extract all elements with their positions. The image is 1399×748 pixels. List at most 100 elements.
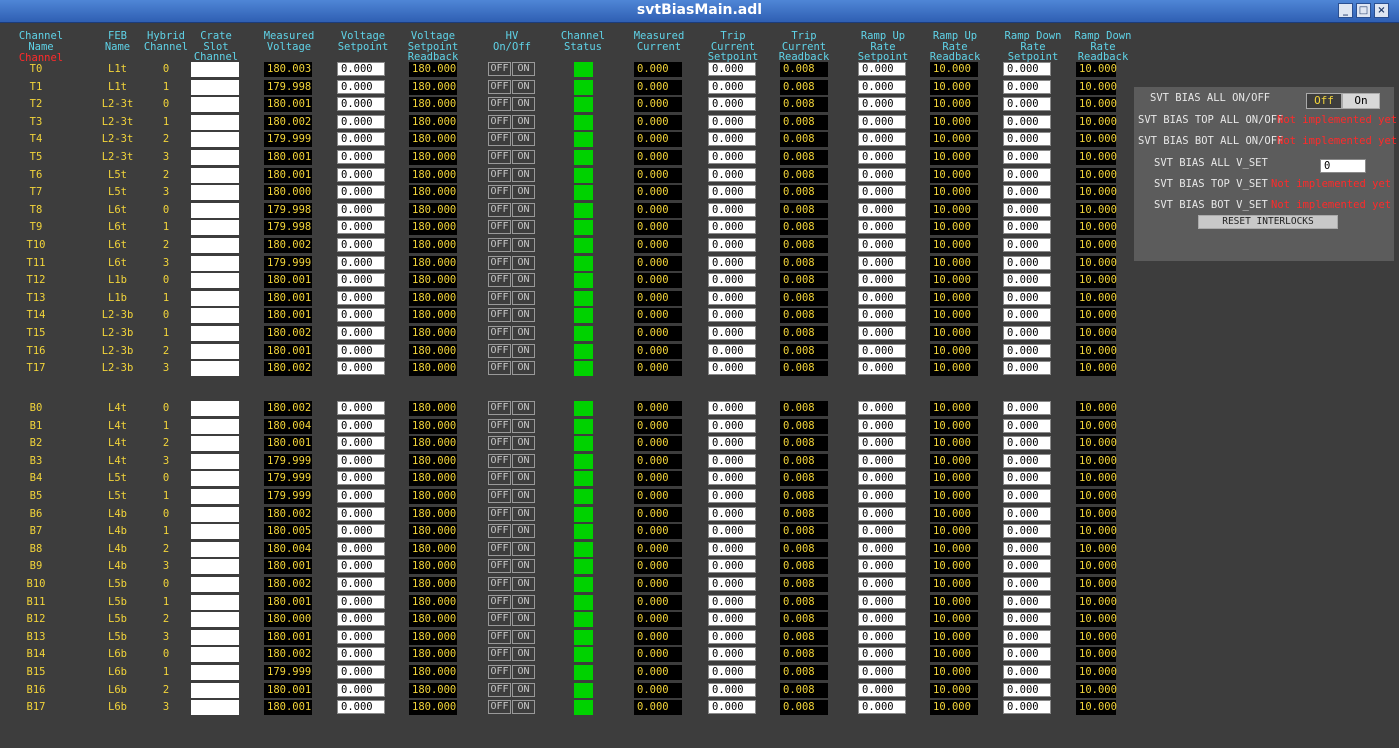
hv-off-button[interactable]: OFF <box>488 132 511 146</box>
ramp-down-rate-setpoint-input[interactable]: 0.000 <box>1003 308 1051 322</box>
trip-current-setpoint-input[interactable]: 0.000 <box>708 273 756 287</box>
hv-off-button[interactable]: OFF <box>488 344 511 358</box>
voltage-setpoint-input[interactable]: 0.000 <box>337 80 385 94</box>
voltage-setpoint-input[interactable]: 0.000 <box>337 238 385 252</box>
voltage-setpoint-input[interactable]: 0.000 <box>337 326 385 340</box>
all-on-button[interactable]: On <box>1342 93 1380 109</box>
hv-on-button[interactable]: ON <box>512 577 535 591</box>
ramp-down-rate-setpoint-input[interactable]: 0.000 <box>1003 489 1051 503</box>
trip-current-setpoint-input[interactable]: 0.000 <box>708 419 756 433</box>
ramp-up-rate-setpoint-input[interactable]: 0.000 <box>858 524 906 538</box>
voltage-setpoint-input[interactable]: 0.000 <box>337 419 385 433</box>
trip-current-setpoint-input[interactable]: 0.000 <box>708 577 756 591</box>
voltage-setpoint-input[interactable]: 0.000 <box>337 683 385 697</box>
ramp-up-rate-setpoint-input[interactable]: 0.000 <box>858 612 906 626</box>
ramp-up-rate-setpoint-input[interactable]: 0.000 <box>858 436 906 450</box>
trip-current-setpoint-input[interactable]: 0.000 <box>708 238 756 252</box>
trip-current-setpoint-input[interactable]: 0.000 <box>708 507 756 521</box>
trip-current-setpoint-input[interactable]: 0.000 <box>708 630 756 644</box>
hv-off-button[interactable]: OFF <box>488 542 511 556</box>
trip-current-setpoint-input[interactable]: 0.000 <box>708 436 756 450</box>
hv-off-button[interactable]: OFF <box>488 436 511 450</box>
all-off-button[interactable]: Off <box>1306 93 1342 109</box>
trip-current-setpoint-input[interactable]: 0.000 <box>708 524 756 538</box>
voltage-setpoint-input[interactable]: 0.000 <box>337 150 385 164</box>
ramp-up-rate-setpoint-input[interactable]: 0.000 <box>858 630 906 644</box>
ramp-down-rate-setpoint-input[interactable]: 0.000 <box>1003 454 1051 468</box>
ramp-up-rate-setpoint-input[interactable]: 0.000 <box>858 308 906 322</box>
hv-off-button[interactable]: OFF <box>488 203 511 217</box>
ramp-down-rate-setpoint-input[interactable]: 0.000 <box>1003 326 1051 340</box>
hv-on-button[interactable]: ON <box>512 62 535 76</box>
ramp-up-rate-setpoint-input[interactable]: 0.000 <box>858 344 906 358</box>
hv-off-button[interactable]: OFF <box>488 80 511 94</box>
trip-current-setpoint-input[interactable]: 0.000 <box>708 80 756 94</box>
voltage-setpoint-input[interactable]: 0.000 <box>337 524 385 538</box>
hv-on-button[interactable]: ON <box>512 401 535 415</box>
ramp-down-rate-setpoint-input[interactable]: 0.000 <box>1003 132 1051 146</box>
voltage-setpoint-input[interactable]: 0.000 <box>337 115 385 129</box>
ramp-down-rate-setpoint-input[interactable]: 0.000 <box>1003 630 1051 644</box>
ramp-down-rate-setpoint-input[interactable]: 0.000 <box>1003 436 1051 450</box>
voltage-setpoint-input[interactable]: 0.000 <box>337 203 385 217</box>
voltage-setpoint-input[interactable]: 0.000 <box>337 647 385 661</box>
ramp-up-rate-setpoint-input[interactable]: 0.000 <box>858 256 906 270</box>
trip-current-setpoint-input[interactable]: 0.000 <box>708 203 756 217</box>
reset-interlocks-button[interactable]: RESET INTERLOCKS <box>1198 215 1338 229</box>
trip-current-setpoint-input[interactable]: 0.000 <box>708 132 756 146</box>
hv-off-button[interactable]: OFF <box>488 401 511 415</box>
trip-current-setpoint-input[interactable]: 0.000 <box>708 489 756 503</box>
hv-on-button[interactable]: ON <box>512 326 535 340</box>
trip-current-setpoint-input[interactable]: 0.000 <box>708 115 756 129</box>
trip-current-setpoint-input[interactable]: 0.000 <box>708 665 756 679</box>
ramp-up-rate-setpoint-input[interactable]: 0.000 <box>858 273 906 287</box>
ramp-up-rate-setpoint-input[interactable]: 0.000 <box>858 665 906 679</box>
hv-on-button[interactable]: ON <box>512 595 535 609</box>
ramp-up-rate-setpoint-input[interactable]: 0.000 <box>858 454 906 468</box>
voltage-setpoint-input[interactable]: 0.000 <box>337 361 385 375</box>
voltage-setpoint-input[interactable]: 0.000 <box>337 454 385 468</box>
voltage-setpoint-input[interactable]: 0.000 <box>337 542 385 556</box>
hv-off-button[interactable]: OFF <box>488 291 511 305</box>
ramp-down-rate-setpoint-input[interactable]: 0.000 <box>1003 115 1051 129</box>
trip-current-setpoint-input[interactable]: 0.000 <box>708 150 756 164</box>
ramp-up-rate-setpoint-input[interactable]: 0.000 <box>858 97 906 111</box>
hv-on-button[interactable]: ON <box>512 665 535 679</box>
trip-current-setpoint-input[interactable]: 0.000 <box>708 326 756 340</box>
hv-off-button[interactable]: OFF <box>488 256 511 270</box>
hv-on-button[interactable]: ON <box>512 630 535 644</box>
hv-off-button[interactable]: OFF <box>488 630 511 644</box>
trip-current-setpoint-input[interactable]: 0.000 <box>708 62 756 76</box>
hv-off-button[interactable]: OFF <box>488 97 511 111</box>
ramp-up-rate-setpoint-input[interactable]: 0.000 <box>858 647 906 661</box>
trip-current-setpoint-input[interactable]: 0.000 <box>708 344 756 358</box>
hv-on-button[interactable]: ON <box>512 132 535 146</box>
ramp-up-rate-setpoint-input[interactable]: 0.000 <box>858 238 906 252</box>
hv-on-button[interactable]: ON <box>512 471 535 485</box>
ramp-down-rate-setpoint-input[interactable]: 0.000 <box>1003 524 1051 538</box>
ramp-down-rate-setpoint-input[interactable]: 0.000 <box>1003 80 1051 94</box>
ramp-up-rate-setpoint-input[interactable]: 0.000 <box>858 132 906 146</box>
voltage-setpoint-input[interactable]: 0.000 <box>337 308 385 322</box>
hv-on-button[interactable]: ON <box>512 168 535 182</box>
hv-on-button[interactable]: ON <box>512 273 535 287</box>
hv-off-button[interactable]: OFF <box>488 62 511 76</box>
hv-on-button[interactable]: ON <box>512 683 535 697</box>
trip-current-setpoint-input[interactable]: 0.000 <box>708 361 756 375</box>
hv-off-button[interactable]: OFF <box>488 168 511 182</box>
hv-on-button[interactable]: ON <box>512 80 535 94</box>
ramp-up-rate-setpoint-input[interactable]: 0.000 <box>858 115 906 129</box>
ramp-down-rate-setpoint-input[interactable]: 0.000 <box>1003 401 1051 415</box>
trip-current-setpoint-input[interactable]: 0.000 <box>708 559 756 573</box>
voltage-setpoint-input[interactable]: 0.000 <box>337 489 385 503</box>
voltage-setpoint-input[interactable]: 0.000 <box>337 559 385 573</box>
ramp-down-rate-setpoint-input[interactable]: 0.000 <box>1003 238 1051 252</box>
hv-off-button[interactable]: OFF <box>488 361 511 375</box>
voltage-setpoint-input[interactable]: 0.000 <box>337 168 385 182</box>
hv-off-button[interactable]: OFF <box>488 665 511 679</box>
trip-current-setpoint-input[interactable]: 0.000 <box>708 471 756 485</box>
voltage-setpoint-input[interactable]: 0.000 <box>337 273 385 287</box>
trip-current-setpoint-input[interactable]: 0.000 <box>708 168 756 182</box>
ramp-down-rate-setpoint-input[interactable]: 0.000 <box>1003 185 1051 199</box>
trip-current-setpoint-input[interactable]: 0.000 <box>708 595 756 609</box>
